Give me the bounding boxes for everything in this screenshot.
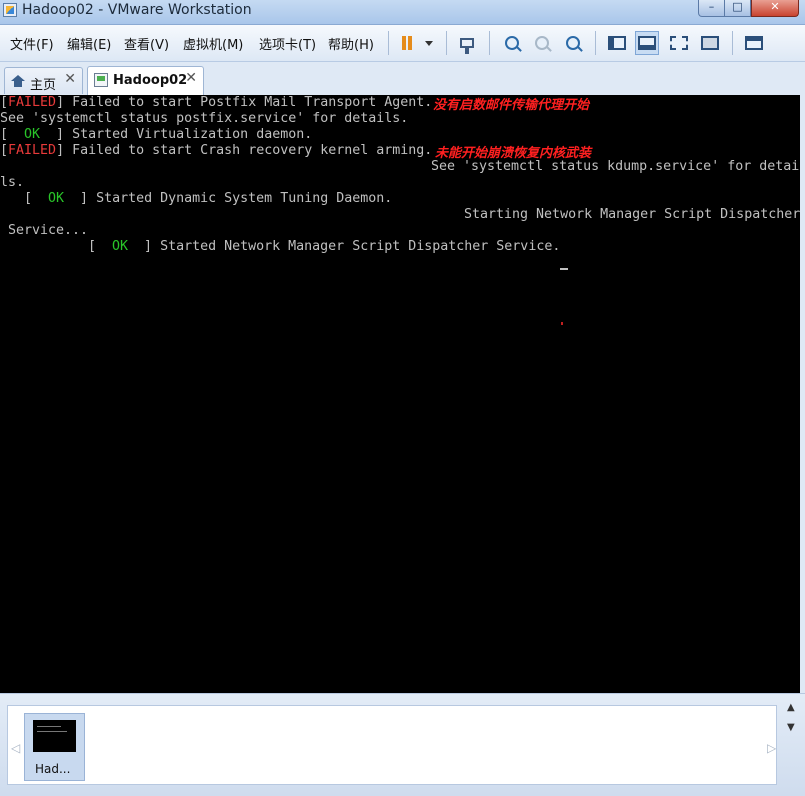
menu-vm[interactable]: 虚拟机(M) — [183, 34, 243, 53]
toolbar-separator — [446, 31, 447, 55]
console-line: Service... — [8, 223, 89, 238]
tab-label: 主页 — [30, 78, 57, 93]
thumbnail-preview — [33, 720, 76, 752]
console-line: [FAILED] Failed to start Crash recovery … — [0, 143, 433, 158]
normal-view-icon[interactable] — [635, 31, 659, 55]
thumbnail-scroll-left-icon[interactable]: ◁ — [11, 741, 20, 755]
menu-view[interactable]: 查看(V) — [124, 34, 169, 53]
console-line: [ OK ] Started Network Manager Script Di… — [88, 239, 561, 254]
toolbar-separator — [388, 31, 389, 55]
tab-home[interactable]: 主页 ✕ — [4, 67, 83, 94]
thumbnail-label: Had... — [35, 762, 71, 776]
menu-file[interactable]: 文件(F) — [10, 34, 54, 53]
console-line: See 'systemctl status kdump.service' for… — [431, 159, 800, 174]
snapshot-manager-icon[interactable] — [561, 31, 585, 55]
console-view-icon[interactable] — [742, 31, 766, 55]
menu-tabs[interactable]: 选项卡(T) — [259, 34, 316, 53]
tab-label: Hadoop02 — [113, 73, 188, 88]
unity-icon[interactable] — [698, 31, 722, 55]
title-bar: Hadoop02 - VMware Workstation – □ ✕ — [0, 0, 805, 25]
console-line: [ OK ] Started Dynamic System Tuning Dae… — [24, 191, 393, 206]
menu-help[interactable]: 帮助(H) — [328, 34, 374, 53]
thumbnail-bar — [0, 693, 805, 796]
tab-close-icon[interactable]: ✕ — [185, 70, 197, 86]
console-line: [ OK ] Started Virtualization daemon. — [0, 127, 313, 142]
toolbar-separator — [595, 31, 596, 55]
pause-icon[interactable] — [395, 31, 419, 55]
console-line: ls. — [0, 175, 25, 190]
console-cursor — [560, 268, 568, 270]
console-line: Starting Network Manager Script Dispatch… — [464, 207, 800, 222]
library-view-icon[interactable] — [605, 31, 629, 55]
send-ctrl-alt-del-icon[interactable] — [455, 31, 479, 55]
vm-icon — [94, 73, 108, 87]
window-edge — [800, 95, 805, 693]
annotation-postfix: 没有启数邮件传输代理开始 — [433, 98, 590, 113]
menu-edit[interactable]: 编辑(E) — [67, 34, 111, 53]
vmware-app-icon — [3, 3, 17, 17]
scroll-up-icon[interactable]: ▲ — [787, 702, 795, 713]
tab-close-icon[interactable]: ✕ — [64, 71, 76, 87]
snapshot-revert-icon[interactable] — [530, 31, 554, 55]
vm-console[interactable]: [FAILED] Failed to start Postfix Mail Tr… — [0, 95, 800, 693]
console-line: See 'systemctl status postfix.service' f… — [0, 111, 409, 126]
console-line: [FAILED] Failed to start Postfix Mail Tr… — [0, 95, 433, 110]
toolbar-separator — [489, 31, 490, 55]
close-button[interactable]: ✕ — [751, 0, 799, 17]
minimize-button[interactable]: – — [698, 0, 725, 17]
menu-toolbar: 文件(F) 编辑(E) 查看(V) 虚拟机(M) 选项卡(T) 帮助(H) — [0, 25, 805, 62]
tab-strip: 主页 ✕ Hadoop02 ✕ — [0, 62, 805, 95]
home-icon — [11, 75, 25, 87]
toolbar-separator — [732, 31, 733, 55]
thumbnail-panel — [7, 705, 777, 785]
thumbnail-scroll-right-icon[interactable]: ▷ — [767, 741, 776, 755]
console-artifact — [561, 322, 563, 325]
scroll-down-icon[interactable]: ▼ — [787, 722, 795, 733]
thumbnail-item[interactable]: Had... — [24, 713, 85, 781]
snapshot-take-icon[interactable] — [500, 31, 524, 55]
maximize-button[interactable]: □ — [724, 0, 751, 17]
tab-hadoop02[interactable]: Hadoop02 ✕ — [87, 66, 204, 95]
fullscreen-icon[interactable] — [667, 31, 691, 55]
pause-dropdown-icon[interactable] — [417, 31, 441, 55]
window-title: Hadoop02 - VMware Workstation — [22, 2, 252, 18]
